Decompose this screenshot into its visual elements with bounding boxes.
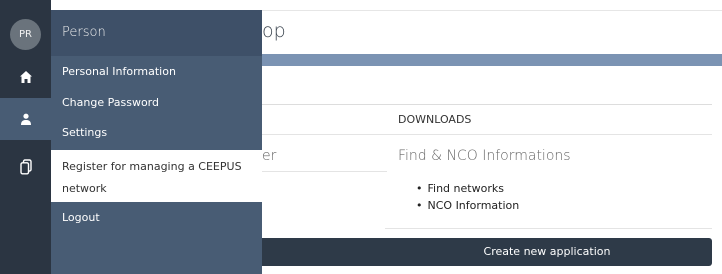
table-divider <box>262 134 712 135</box>
home-icon <box>19 71 32 83</box>
menu-header: Person <box>51 10 262 56</box>
sidebar-rail: PR <box>0 0 51 274</box>
sidebar-item-home[interactable] <box>0 56 51 98</box>
table-divider <box>262 104 712 105</box>
person-icon <box>20 113 31 125</box>
menu-item-settings[interactable]: Settings <box>62 126 107 139</box>
downloads-column-header: DOWNLOADS <box>398 113 472 126</box>
download-link-find-networks[interactable]: Find networks <box>416 180 519 197</box>
menu-item-register-network[interactable]: Register for managing a CEEPUS network <box>62 156 252 200</box>
header-border <box>262 10 722 11</box>
downloads-title: Find & NCO Informations <box>398 148 571 164</box>
sidebar-item-person[interactable] <box>0 98 51 140</box>
menu-item-change-password[interactable]: Change Password <box>62 96 159 109</box>
download-link-nco-information[interactable]: NCO Information <box>416 197 520 214</box>
person-dropdown-menu: Person Personal Information Change Passw… <box>51 10 262 274</box>
avatar[interactable]: PR <box>10 19 41 50</box>
page-title: op <box>262 20 286 42</box>
accent-band <box>262 54 722 66</box>
create-application-button[interactable]: Create new application <box>262 238 712 266</box>
menu-title: Person <box>62 25 106 40</box>
sidebar-item-documents[interactable] <box>0 146 51 188</box>
menu-item-personal-information[interactable]: Personal Information <box>62 65 176 78</box>
first-column-title: er <box>262 148 277 164</box>
table-divider <box>262 171 387 172</box>
downloads-list: Find networks NCO Information <box>416 180 520 214</box>
table-divider <box>385 228 712 229</box>
menu-item-logout[interactable]: Logout <box>62 211 100 224</box>
documents-icon <box>19 159 32 175</box>
